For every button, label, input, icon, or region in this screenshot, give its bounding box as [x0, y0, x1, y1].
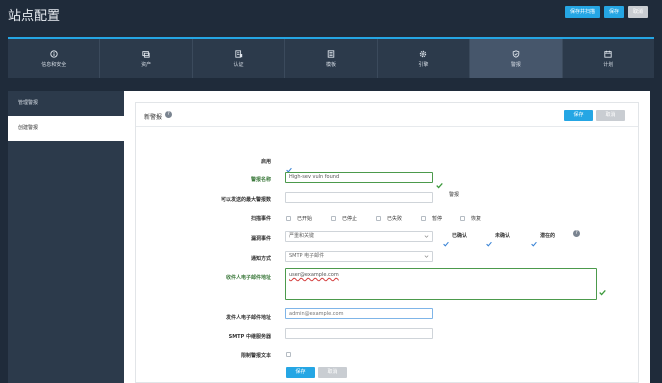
tab-assets[interactable]: 资产 — [100, 39, 193, 78]
sender-label: 发件人电子邮件地址 — [225, 315, 271, 321]
scan-resumed-checkbox[interactable] — [460, 216, 465, 221]
enabled-checkbox[interactable] — [286, 158, 292, 173]
max-alerts-suffix: 警报 — [449, 192, 460, 198]
scan-stopped-label: 已停止 — [342, 216, 358, 222]
tab-label: 模板 — [325, 61, 336, 68]
cancel-button[interactable]: 取消 — [627, 6, 648, 18]
top-bar: 站点配置 保存并扫描 保存 取消 — [0, 0, 662, 30]
recipients-value: user@example.com — [289, 272, 339, 278]
config-tabs: 信息和安全 资产 认证 模板 引擎 警报 计划 — [8, 37, 654, 78]
sender-input[interactable] — [285, 308, 433, 319]
page-title: 站点配置 — [8, 9, 61, 24]
tab-label: 认证 — [233, 61, 244, 68]
scan-started-label: 已开始 — [297, 216, 313, 222]
calendar-icon — [604, 50, 612, 58]
scan-stopped-checkbox[interactable] — [331, 216, 336, 221]
sidebar-item-create-alert[interactable]: 创建警报 — [8, 116, 125, 141]
top-actions: 保存并扫描 保存 取消 — [564, 6, 648, 18]
card-actions: 保存 取消 — [564, 110, 625, 121]
alert-name-input[interactable]: High-sev vuln found — [285, 172, 433, 183]
help-icon[interactable]: ? — [573, 230, 580, 237]
sidebar-item-manage-alerts[interactable]: 管理警报 — [8, 91, 125, 116]
vuln-potential-label: 潜在的 — [540, 233, 556, 239]
save-button[interactable]: 保存 — [603, 6, 624, 18]
chevron-down-icon — [424, 234, 429, 239]
gear-icon — [419, 50, 427, 58]
chevron-down-icon — [424, 254, 429, 259]
main-panel: 新警报 ? 保存 取消 启用 警报名称 High-sev vuln found … — [124, 91, 650, 383]
vuln-confirmed-label: 已确认 — [452, 233, 468, 239]
tab-schedule[interactable]: 计划 — [563, 39, 654, 78]
tab-engine[interactable]: 引擎 — [378, 39, 471, 78]
enabled-label: 启用 — [260, 159, 271, 165]
scan-paused-checkbox[interactable] — [421, 216, 426, 221]
valid-check-icon — [436, 174, 443, 189]
card-save-button[interactable]: 保存 — [564, 110, 593, 121]
vuln-events-label: 漏洞事件 — [250, 236, 271, 242]
notify-method-label: 通知方式 — [250, 256, 271, 262]
form-cancel-button[interactable]: 取消 — [318, 367, 347, 378]
alert-form-card: 新警报 ? 保存 取消 启用 警报名称 High-sev vuln found … — [135, 102, 639, 383]
card-header: 新警报 ? 保存 取消 — [136, 103, 638, 127]
assets-icon — [142, 50, 150, 58]
scan-started-checkbox[interactable] — [286, 216, 291, 221]
max-alerts-input[interactable] — [285, 192, 433, 203]
card-title: 新警报 — [144, 114, 163, 121]
card-cancel-button[interactable]: 取消 — [596, 110, 625, 121]
tab-template[interactable]: 模板 — [285, 39, 378, 78]
tab-label: 引擎 — [418, 61, 429, 68]
recipients-label: 收件人电子邮件地址 — [225, 275, 271, 281]
limit-text-checkbox[interactable] — [286, 352, 291, 357]
shield-icon — [512, 49, 520, 58]
help-icon[interactable]: ? — [165, 111, 172, 118]
smtp-relay-label: SMTP 中继服务器 — [228, 334, 271, 340]
vuln-potential-checkbox[interactable] — [531, 232, 537, 247]
vuln-confirmed-checkbox[interactable] — [443, 232, 449, 247]
notify-method-select[interactable]: SMTP 电子邮件 — [285, 251, 433, 262]
vuln-unconfirmed-label: 未确认 — [495, 233, 511, 239]
alert-name-label: 警报名称 — [250, 177, 271, 183]
notify-method-value: SMTP 电子邮件 — [289, 253, 325, 259]
tab-label: 计划 — [603, 61, 614, 68]
tab-label: 警报 — [510, 61, 521, 68]
tab-alerts[interactable]: 警报 — [470, 39, 563, 78]
vuln-severity-select[interactable]: 严重和关键 — [285, 231, 433, 242]
scan-failed-checkbox[interactable] — [376, 216, 381, 221]
tab-auth[interactable]: 认证 — [193, 39, 286, 78]
scan-events-label: 扫描事件 — [250, 216, 271, 222]
tab-info-security[interactable]: 信息和安全 — [8, 39, 101, 78]
max-alerts-label: 可以发送的最大警报数 — [220, 197, 271, 203]
save-and-scan-button[interactable]: 保存并扫描 — [564, 6, 600, 18]
auth-icon — [234, 49, 243, 58]
sidebar: 管理警报 创建警报 — [8, 91, 125, 383]
vuln-severity-value: 严重和关键 — [289, 233, 315, 239]
valid-check-icon — [599, 281, 606, 296]
info-icon — [50, 49, 58, 58]
limit-text-label: 限制警报文本 — [240, 353, 271, 359]
template-icon — [327, 49, 335, 58]
recipients-textarea[interactable]: user@example.com — [285, 268, 597, 300]
scan-paused-label: 暂停 — [432, 216, 443, 222]
form-save-button[interactable]: 保存 — [286, 367, 315, 378]
tab-label: 资产 — [141, 61, 152, 68]
scan-resumed-label: 恢复 — [471, 216, 482, 222]
scan-failed-label: 已失败 — [387, 216, 403, 222]
tab-label: 信息和安全 — [41, 61, 67, 68]
vuln-unconfirmed-checkbox[interactable] — [486, 232, 492, 247]
smtp-relay-input[interactable] — [285, 328, 433, 339]
